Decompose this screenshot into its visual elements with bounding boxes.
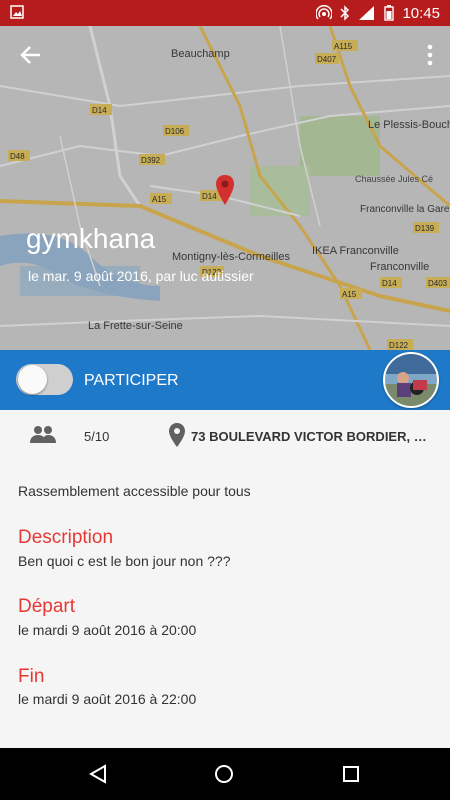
hotspot-icon (316, 5, 333, 20)
app-bar (0, 26, 450, 82)
depart-text: le mardi 9 août 2016 à 20:00 (18, 622, 197, 638)
bluetooth-icon (340, 5, 350, 21)
back-arrow-icon[interactable] (18, 42, 44, 68)
description-title: Description (18, 527, 114, 548)
map-pin-icon[interactable] (215, 174, 235, 206)
event-details: 5/10 73 BOULEVARD VICTOR BORDIER, MONTIG… (0, 410, 450, 748)
status-bar: 10:45 (0, 0, 450, 26)
fin-text: le mardi 9 août 2016 à 22:00 (18, 691, 197, 707)
location-pin-icon (169, 423, 185, 447)
event-subtitle: le mar. 9 août 2016, par luc autissier (28, 268, 254, 284)
status-time: 10:45 (402, 4, 440, 22)
avatar-photo (385, 354, 437, 406)
fin-title: Fin (18, 666, 45, 687)
signal-icon (359, 6, 375, 20)
participants-count: 5/10 (84, 429, 110, 444)
organizer-avatar[interactable] (383, 352, 439, 408)
battery-icon (384, 5, 395, 21)
nav-home-icon[interactable] (214, 764, 234, 784)
event-intro: Rassemblement accessible pour tous (18, 483, 251, 499)
image-icon (10, 5, 24, 19)
toggle-knob (18, 365, 47, 394)
event-address[interactable]: 73 BOULEVARD VICTOR BORDIER, MONTIGNY-LÈ… (191, 429, 431, 444)
nav-back-icon[interactable] (88, 764, 108, 784)
system-nav-bar (0, 748, 450, 800)
participate-toggle[interactable] (16, 364, 73, 395)
more-vert-icon[interactable] (426, 44, 434, 66)
description-text: Ben quoi c est le bon jour non ??? (18, 553, 231, 569)
depart-title: Départ (18, 596, 76, 617)
participate-label: PARTICIPER (84, 372, 179, 389)
event-title: gymkhana (26, 223, 156, 254)
nav-recents-icon[interactable] (342, 765, 360, 783)
people-icon (30, 426, 56, 443)
